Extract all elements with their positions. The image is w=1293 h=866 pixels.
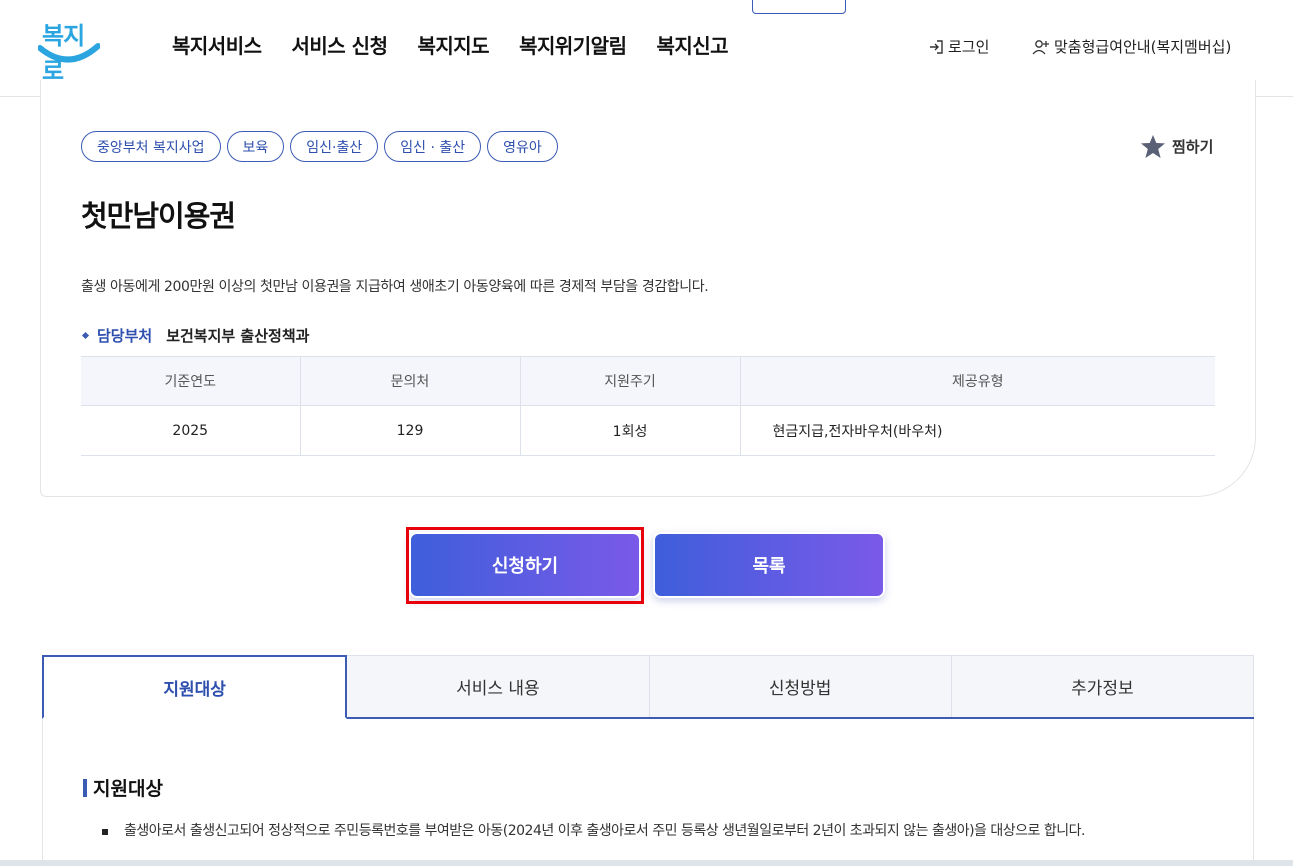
detail-tabs: 지원대상 서비스 내용 신청방법 추가정보	[42, 655, 1254, 719]
tab-additional-info[interactable]: 추가정보	[951, 655, 1254, 717]
column-header: 지원주기	[520, 356, 741, 406]
diamond-bullet-icon	[81, 331, 90, 340]
column-header: 기준연도	[81, 356, 301, 406]
department-label: 담당부처	[97, 327, 153, 345]
main-nav: 복지서비스 서비스 신청 복지지도 복지위기알림 복지신고	[172, 30, 729, 59]
tag-pregnancy-birth-2[interactable]: 임신 · 출산	[384, 131, 482, 162]
column-header: 문의처	[300, 356, 521, 406]
table-header-row: 기준연도 문의처 지원주기 제공유형	[81, 356, 1215, 406]
tab-apply-method[interactable]: 신청방법	[649, 655, 952, 717]
nav-welfare-report[interactable]: 복지신고	[656, 30, 728, 59]
nav-welfare-map[interactable]: 복지지도	[417, 30, 489, 59]
horizontal-scrollbar[interactable]	[0, 860, 1293, 866]
top-utility-button[interactable]	[752, 0, 846, 14]
login-icon	[930, 39, 943, 54]
table-cell: 현금지급,전자바우처(바우처)	[740, 405, 1215, 456]
nav-service-apply[interactable]: 서비스 신청	[292, 30, 388, 59]
list-item: 출생아로서 출생신고되어 정상적으로 주민등록번호를 부여받은 아동(2024년…	[102, 818, 1184, 845]
tab-support-target[interactable]: 지원대상	[42, 655, 348, 719]
bookmark-button[interactable]: 찜하기	[1140, 134, 1213, 159]
table-row: 2025 129 1회성 현금지급,전자바우처(바우처)	[81, 405, 1215, 456]
service-description: 출생 아동에게 200만원 이상의 첫만남 이용권을 지급하여 생애초기 아동양…	[81, 279, 709, 295]
login-link[interactable]: 로그인	[928, 36, 989, 57]
department-info: 담당부처 보건복지부 출산정책과	[81, 325, 309, 346]
membership-label: 맞춤형급여안내(복지멤버십)	[1054, 38, 1232, 56]
list-item-text: 출생아로서 출생신고되어 정상적으로 주민등록번호를 부여받은 아동(2024년…	[124, 823, 1085, 839]
service-title: 첫만남이용권	[81, 199, 236, 233]
nav-welfare-service[interactable]: 복지서비스	[172, 30, 262, 59]
list-button[interactable]: 목록	[653, 532, 885, 598]
membership-link[interactable]: 맞춤형급여안내(복지멤버십)	[1032, 36, 1231, 57]
service-tags: 중앙부처 복지사업 보육 임신·출산 임신 · 출산 영유아	[81, 131, 558, 162]
tag-central-ministry[interactable]: 중앙부처 복지사업	[81, 131, 221, 162]
table-cell: 129	[300, 405, 521, 456]
section-title-text: 지원대상	[93, 778, 163, 800]
tag-pregnancy-birth[interactable]: 임신·출산	[290, 131, 379, 162]
tab-service-content[interactable]: 서비스 내용	[347, 655, 650, 717]
section-bar-icon	[83, 778, 87, 797]
department-value: 보건복지부 출산정책과	[166, 327, 310, 345]
tag-childcare[interactable]: 보육	[226, 131, 285, 162]
logo[interactable]: 복지로	[38, 16, 102, 85]
table-cell: 1회성	[520, 405, 741, 456]
section-heading: 지원대상	[83, 774, 163, 801]
nav-crisis-alert[interactable]: 복지위기알림	[519, 30, 627, 59]
tag-infant[interactable]: 영유아	[487, 131, 558, 162]
star-icon	[1141, 135, 1165, 158]
bookmark-label: 찜하기	[1172, 138, 1214, 156]
service-info-table: 기준연도 문의처 지원주기 제공유형 2025 129 1회성 현금지급,전자바…	[81, 356, 1215, 456]
highlight-box	[406, 527, 644, 604]
column-header: 제공유형	[740, 356, 1215, 406]
table-cell: 2025	[81, 405, 301, 456]
square-bullet-icon	[102, 829, 108, 835]
login-label: 로그인	[948, 38, 990, 56]
user-add-icon	[1032, 39, 1049, 54]
logo-smile-icon	[38, 43, 100, 63]
